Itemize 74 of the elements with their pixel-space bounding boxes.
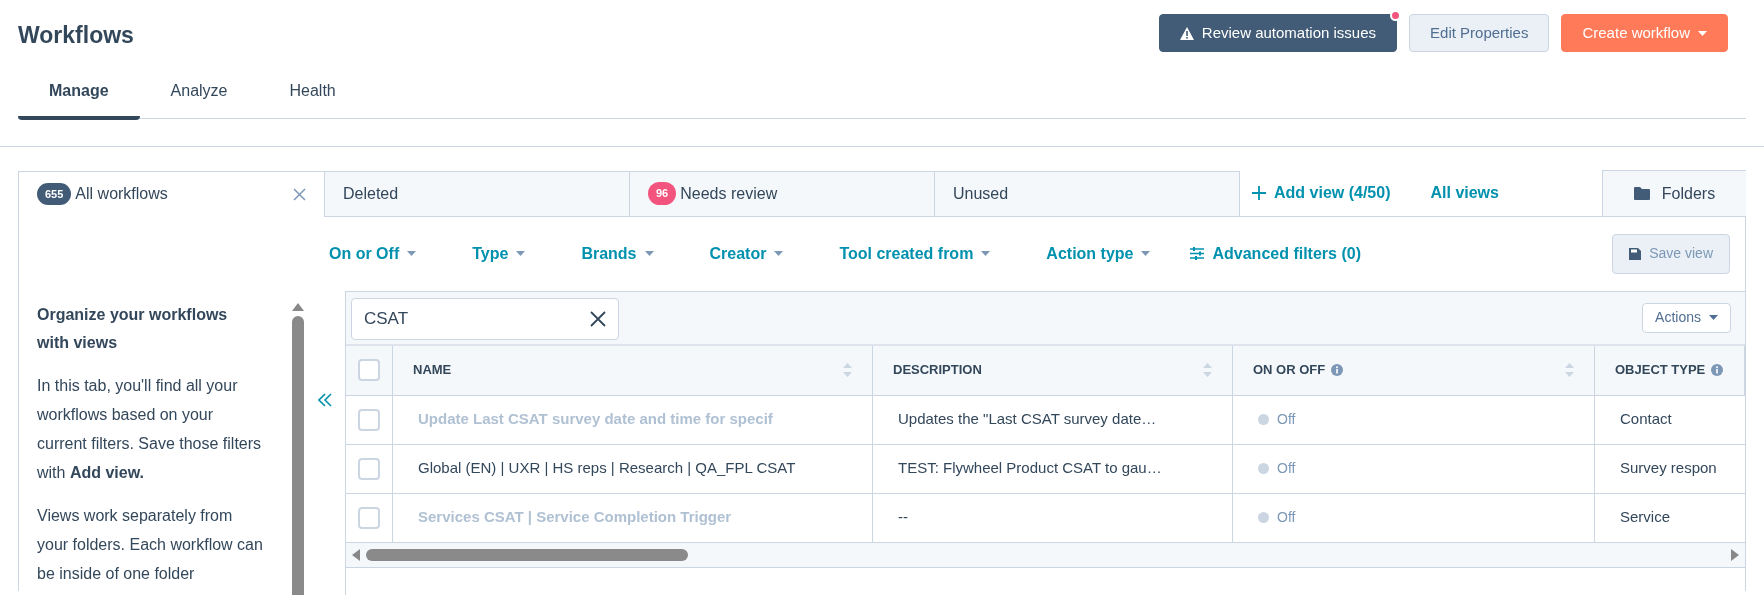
checkbox[interactable] bbox=[358, 359, 380, 381]
sidebar-paragraph: Views work separately from your folders. Each workflow can be inside of one folder bbox=[37, 505, 263, 584]
actions-button[interactable]: Actions bbox=[1642, 302, 1731, 333]
sidebar-heading: Organize your workflows with views bbox=[37, 304, 229, 353]
description-cell-text: -- bbox=[898, 507, 908, 528]
warning-icon bbox=[1179, 26, 1194, 40]
folder-icon bbox=[1633, 187, 1650, 200]
sliders-icon bbox=[1190, 247, 1205, 260]
description-cell-text: TEST: Flywheel Product CSAT to gau… bbox=[898, 458, 1162, 479]
view-tab-label: Deleted bbox=[343, 183, 400, 204]
edit-properties-button[interactable]: Edit Properties bbox=[1409, 14, 1550, 52]
scroll-right-icon[interactable] bbox=[1731, 548, 1739, 561]
add-view-button[interactable]: Add view (4/50) bbox=[1252, 181, 1391, 205]
clear-icon[interactable] bbox=[590, 310, 606, 327]
tab[interactable]: Health bbox=[258, 65, 367, 120]
plus-icon bbox=[1252, 186, 1266, 200]
horizontal-scrollbar-thumb[interactable] bbox=[366, 548, 688, 561]
filter-dropdown[interactable]: Action type bbox=[1046, 241, 1151, 266]
filter-dropdown[interactable]: Creator bbox=[709, 241, 784, 266]
caret-icon bbox=[644, 251, 654, 256]
close-icon[interactable] bbox=[293, 187, 306, 201]
filter-dropdown[interactable]: Tool created from bbox=[839, 241, 991, 266]
info-icon bbox=[1711, 364, 1724, 376]
filter-dropdown[interactable]: On or Off bbox=[329, 241, 417, 266]
status-label: Off bbox=[1277, 508, 1296, 527]
object-type-cell-text: Contact bbox=[1620, 409, 1672, 430]
view-tab-label: Needs review bbox=[680, 183, 779, 204]
review-issues-button[interactable]: Review automation issues bbox=[1158, 14, 1398, 52]
status-label: Off bbox=[1277, 459, 1296, 478]
caret-icon bbox=[407, 251, 417, 256]
info-icon bbox=[1331, 364, 1344, 376]
view-tab[interactable]: Deleted bbox=[324, 170, 629, 217]
description-cell-text: Updates the "Last CSAT survey date… bbox=[898, 409, 1157, 430]
search-field[interactable]: CSAT bbox=[351, 297, 619, 340]
caret-icon bbox=[1698, 30, 1707, 36]
column-label: NAME bbox=[413, 361, 452, 380]
scroll-up-icon[interactable] bbox=[292, 302, 304, 311]
caret-icon bbox=[981, 251, 991, 256]
sort-icon[interactable] bbox=[1565, 363, 1574, 377]
caret-icon bbox=[516, 251, 526, 256]
checkbox[interactable] bbox=[358, 506, 380, 529]
sidebar-paragraph: In this tab, you'll find all your workflows based on your current filters. Save those filters with Add view. bbox=[37, 375, 263, 483]
tab[interactable]: Manage bbox=[18, 65, 140, 120]
checkbox[interactable] bbox=[358, 408, 380, 431]
collapse-icon[interactable] bbox=[318, 392, 332, 407]
caret-icon bbox=[1141, 251, 1151, 256]
scroll-left-icon[interactable] bbox=[352, 548, 360, 561]
sort-icon[interactable] bbox=[843, 363, 852, 377]
status-label: Off bbox=[1277, 410, 1296, 429]
object-type-cell-text: Service bbox=[1620, 507, 1671, 528]
object-type-cell-text: Survey respon bbox=[1620, 458, 1717, 479]
view-tab[interactable]: 96 Needs review bbox=[629, 170, 934, 217]
scrollbar-thumb[interactable] bbox=[292, 315, 304, 595]
count-badge: 655 bbox=[37, 182, 72, 206]
filter-dropdown[interactable]: Type bbox=[472, 241, 526, 266]
filter-dropdown[interactable]: Brands bbox=[581, 241, 654, 266]
caret-icon bbox=[774, 251, 784, 256]
workflow-name[interactable]: Global (EN) | UXR | HS reps | Research | QA_FPL CSAT bbox=[418, 457, 796, 480]
page-title: Workflows bbox=[18, 21, 134, 50]
view-tab-label: All workflows bbox=[75, 184, 169, 204]
column-label: OBJECT TYPE bbox=[1615, 361, 1706, 380]
count-badge: 96 bbox=[648, 182, 677, 205]
view-tab[interactable]: Unused bbox=[934, 170, 1239, 217]
column-label: ON OR OFF bbox=[1253, 361, 1326, 380]
view-tab-label: Unused bbox=[953, 183, 1010, 204]
checkbox[interactable] bbox=[358, 457, 380, 480]
save-icon bbox=[1629, 247, 1642, 260]
tab[interactable]: Analyze bbox=[139, 65, 259, 120]
folders-tab[interactable]: Folders bbox=[1602, 170, 1746, 216]
column-label: DESCRIPTION bbox=[893, 361, 982, 380]
all-views-link[interactable]: All views bbox=[1430, 181, 1499, 205]
advanced-filters-button[interactable]: Advanced filters (0) bbox=[1190, 241, 1361, 266]
caret-icon bbox=[1709, 315, 1718, 320]
sort-icon[interactable] bbox=[1203, 363, 1212, 377]
